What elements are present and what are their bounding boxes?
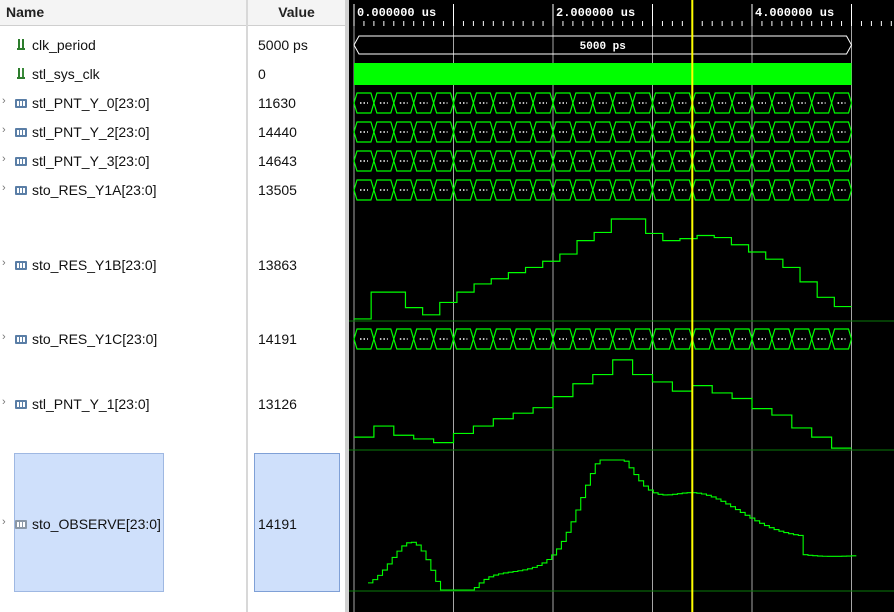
signal-value-stl_PNT_Y_2: 14440 — [258, 124, 297, 140]
time-grid — [349, 26, 894, 612]
signal-name-label: sto_RES_Y1B[23:0] — [32, 257, 157, 273]
expand-chevron-icon[interactable]: › — [2, 516, 6, 528]
constant-icon — [14, 38, 28, 52]
name-column-label: Name — [6, 4, 45, 20]
bus-signal-gray-icon — [14, 517, 28, 531]
expand-chevron-icon[interactable]: › — [2, 153, 6, 165]
ruler-time-label: 4.000000 us — [755, 6, 834, 20]
expand-chevron-icon[interactable]: › — [2, 124, 6, 136]
expand-chevron-icon[interactable]: › — [2, 182, 6, 194]
value-column-header[interactable]: Value — [248, 0, 345, 26]
signal-name-label: stl_PNT_Y_2[23:0] — [32, 124, 150, 140]
bus-signal-icon — [14, 96, 28, 110]
signal-value-sto_OBSERVE: 14191 — [258, 516, 297, 532]
bus-signal-icon — [14, 183, 28, 197]
bus-signal-icon — [14, 154, 28, 168]
value-column-label: Value — [278, 4, 315, 20]
signal-name-label: sto_RES_Y1C[23:0] — [32, 331, 158, 347]
signal-name-label: stl_PNT_Y_3[23:0] — [32, 153, 150, 169]
expand-chevron-icon[interactable]: › — [2, 257, 6, 269]
observe-trace — [368, 459, 857, 591]
bit-signal-icon — [14, 67, 28, 81]
name-column-header[interactable]: Name — [0, 0, 246, 26]
signal-name-label: stl_PNT_Y_0[23:0] — [32, 95, 150, 111]
signal-name-label: sto_OBSERVE[23:0] — [32, 516, 161, 532]
ruler-time-label: 2.000000 us — [556, 6, 635, 20]
signal-value-clk_period: 5000 ps — [258, 37, 308, 53]
signal-row-stl_PNT_Y_2[interactable]: › stl_PNT_Y_2[23:0] — [0, 124, 246, 142]
waveform-traces: 5000 ps — [353, 35, 857, 591]
signal-name-label: clk_period — [32, 37, 96, 53]
signal-row-clk_period[interactable]: clk_period — [0, 37, 246, 55]
expand-chevron-icon[interactable]: › — [2, 331, 6, 343]
signal-value-sto_RES_Y1A: 13505 — [258, 182, 297, 198]
clk-period-bus-value: 5000 ps — [580, 41, 626, 53]
signal-value-stl_PNT_Y_3: 14643 — [258, 153, 297, 169]
ruler-time-label: 0.000000 us — [357, 6, 436, 20]
signal-row-stl_PNT_Y_1[interactable]: › stl_PNT_Y_1[23:0] — [0, 396, 246, 414]
res-y1b-trace — [354, 218, 852, 320]
signal-row-stl_PNT_Y_3[interactable]: › stl_PNT_Y_3[23:0] — [0, 153, 246, 171]
signal-row-stl_sys_clk[interactable]: stl_sys_clk — [0, 66, 246, 84]
signal-value-stl_PNT_Y_1: 13126 — [258, 396, 297, 412]
time-ruler: 0.000000 us 2.000000 us 4.000000 us — [349, 0, 894, 26]
signal-value-stl_sys_clk: 0 — [258, 66, 266, 82]
signal-row-sto_RES_Y1B[interactable]: › sto_RES_Y1B[23:0] — [0, 257, 246, 275]
signal-row-sto_OBSERVE[interactable]: › sto_OBSERVE[23:0] — [0, 516, 246, 534]
bus-signal-icon — [14, 397, 28, 411]
signal-row-sto_RES_Y1A[interactable]: › sto_RES_Y1A[23:0] — [0, 182, 246, 200]
signal-value-sto_RES_Y1C: 14191 — [258, 331, 297, 347]
bus-signal-icon — [14, 332, 28, 346]
bus-signal-icon — [14, 125, 28, 139]
signal-name-label: sto_RES_Y1A[23:0] — [32, 182, 157, 198]
signal-name-label: stl_PNT_Y_1[23:0] — [32, 396, 150, 412]
signal-value-stl_PNT_Y_0: 11630 — [258, 95, 296, 111]
expand-chevron-icon[interactable]: › — [2, 396, 6, 408]
expand-chevron-icon[interactable]: › — [2, 95, 6, 107]
signal-name-label: stl_sys_clk — [32, 66, 100, 82]
waveform-canvas[interactable]: 0.000000 us 2.000000 us 4.000000 us 5000 p… — [349, 0, 894, 612]
signal-row-stl_PNT_Y_0[interactable]: › stl_PNT_Y_0[23:0] — [0, 95, 246, 113]
bus-signal-icon — [14, 258, 28, 272]
sys-clk-trace — [354, 63, 852, 85]
name-pane: Name clk_period stl_sys_clk › stl_PNT_Y_0[2… — [0, 0, 246, 612]
signal-value-sto_RES_Y1B: 13863 — [258, 257, 297, 273]
signal-row-sto_RES_Y1C[interactable]: › sto_RES_Y1C[23:0] — [0, 331, 246, 349]
pnt-y1-trace — [354, 359, 852, 449]
